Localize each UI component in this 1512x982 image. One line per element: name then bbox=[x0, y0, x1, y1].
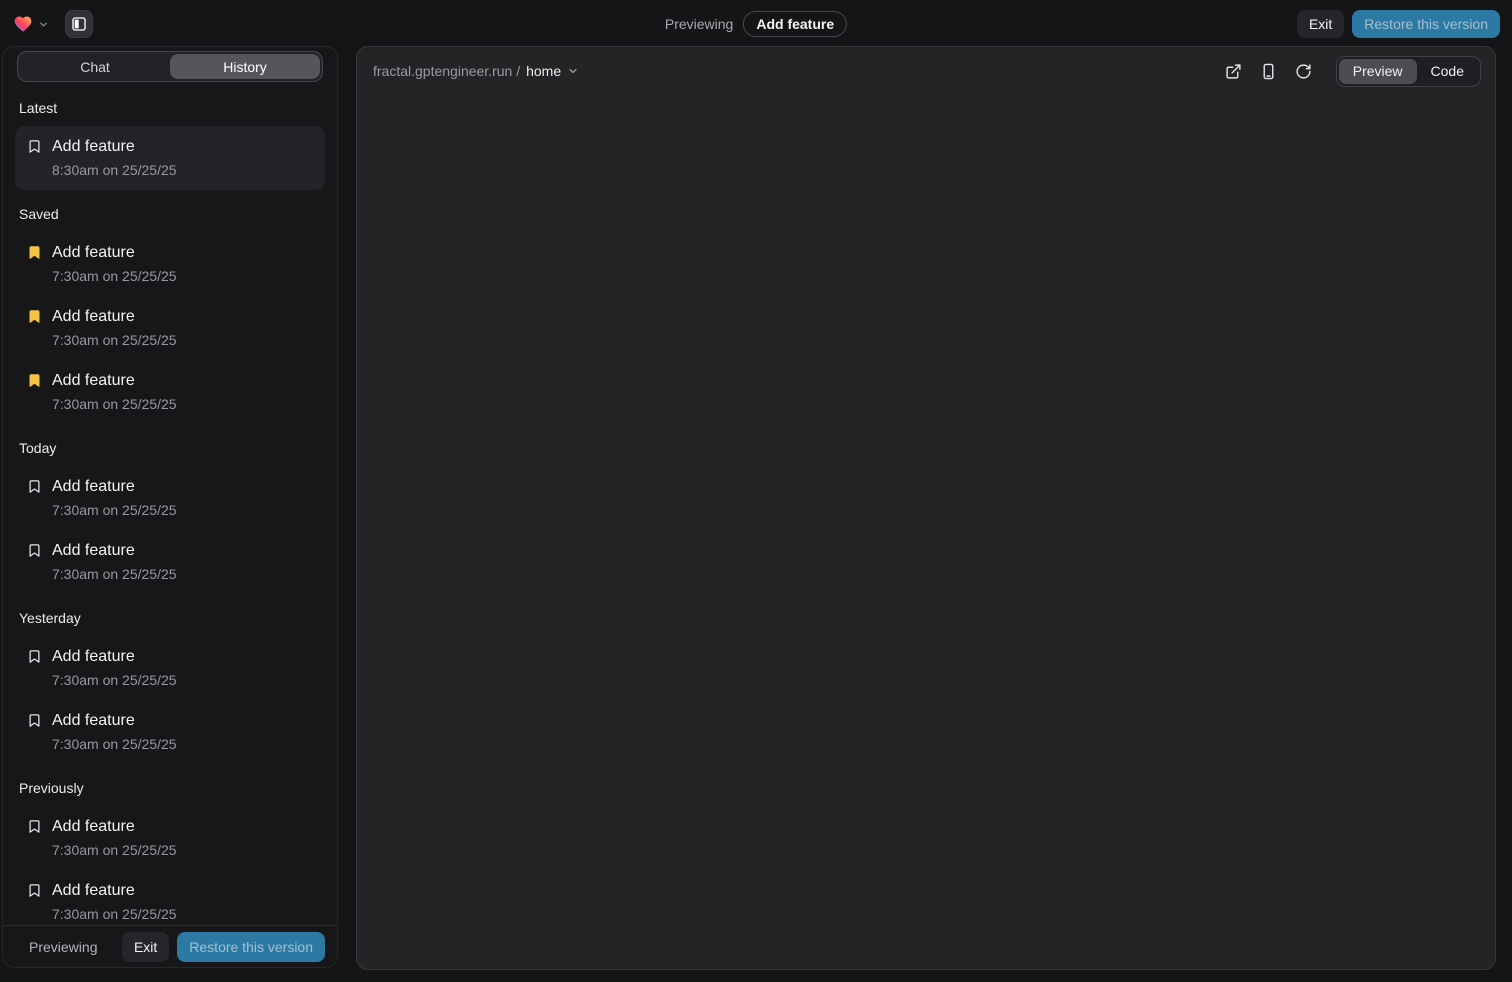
url-page: home bbox=[526, 63, 561, 79]
bookmark-icon[interactable] bbox=[27, 649, 42, 664]
bookmark-icon[interactable] bbox=[27, 713, 42, 728]
section-label: Today bbox=[19, 440, 321, 456]
history-item-title: Add feature bbox=[52, 370, 177, 392]
smartphone-icon bbox=[1260, 63, 1277, 80]
previewing-status-label: Previewing bbox=[665, 16, 733, 32]
history-item-timestamp: 7:30am on 25/25/25 bbox=[52, 840, 177, 860]
history-item-title: Add feature bbox=[52, 242, 177, 264]
preview-code-toggle: Preview Code bbox=[1336, 56, 1481, 87]
history-item-timestamp: 7:30am on 25/25/25 bbox=[52, 500, 177, 520]
bookmark-filled-icon[interactable] bbox=[27, 309, 42, 324]
history-item[interactable]: Add feature7:30am on 25/25/25 bbox=[15, 530, 325, 594]
history-section: Yesterday Add feature7:30am on 25/25/25 … bbox=[3, 610, 337, 764]
tab-history[interactable]: History bbox=[170, 54, 320, 79]
history-sidebar: Chat History Latest Add feature8:30am on… bbox=[2, 46, 338, 968]
history-item[interactable]: Add feature7:30am on 25/25/25 bbox=[15, 636, 325, 700]
history-item-timestamp: 7:30am on 25/25/25 bbox=[52, 734, 177, 754]
history-section: Saved Add feature7:30am on 25/25/25 Add … bbox=[3, 206, 337, 424]
history-item-timestamp: 7:30am on 25/25/25 bbox=[52, 266, 177, 286]
history-list: Latest Add feature8:30am on 25/25/25Save… bbox=[3, 90, 337, 925]
previewing-status-label: Previewing bbox=[29, 939, 97, 955]
bookmark-icon[interactable] bbox=[27, 883, 42, 898]
history-item[interactable]: Add feature8:30am on 25/25/25 bbox=[15, 126, 325, 190]
panel-left-icon bbox=[71, 16, 87, 32]
heart-logo-icon bbox=[12, 14, 34, 34]
preview-viewport bbox=[357, 95, 1495, 969]
open-external-button[interactable] bbox=[1225, 63, 1242, 80]
bookmark-icon[interactable] bbox=[27, 479, 42, 494]
history-section: Today Add feature7:30am on 25/25/25 Add … bbox=[3, 440, 337, 594]
bookmark-filled-icon[interactable] bbox=[27, 245, 42, 260]
history-item-timestamp: 7:30am on 25/25/25 bbox=[52, 904, 177, 924]
history-item-title: Add feature bbox=[52, 136, 177, 158]
tab-code[interactable]: Code bbox=[1417, 59, 1478, 84]
history-section: Latest Add feature8:30am on 25/25/25 bbox=[3, 100, 337, 190]
section-label: Yesterday bbox=[19, 610, 321, 626]
history-item-timestamp: 8:30am on 25/25/25 bbox=[52, 160, 177, 180]
history-item-title: Add feature bbox=[52, 646, 177, 668]
history-item[interactable]: Add feature7:30am on 25/25/25 bbox=[15, 806, 325, 870]
external-link-icon bbox=[1225, 63, 1242, 80]
section-label: Latest bbox=[19, 100, 321, 116]
history-item[interactable]: Add feature7:30am on 25/25/25 bbox=[15, 232, 325, 296]
sidebar-tabs: Chat History bbox=[17, 51, 323, 82]
history-item[interactable]: Add feature7:30am on 25/25/25 bbox=[15, 870, 325, 925]
url-domain: fractal.gptengineer.run / bbox=[373, 63, 520, 79]
restore-version-button[interactable]: Restore this version bbox=[177, 932, 325, 962]
history-item-timestamp: 7:30am on 25/25/25 bbox=[52, 330, 177, 350]
refresh-button[interactable] bbox=[1295, 63, 1312, 80]
history-item[interactable]: Add feature7:30am on 25/25/25 bbox=[15, 296, 325, 360]
history-item-title: Add feature bbox=[52, 476, 177, 498]
restore-version-button[interactable]: Restore this version bbox=[1352, 10, 1500, 38]
preview-url-selector[interactable]: fractal.gptengineer.run / home bbox=[373, 63, 579, 79]
preview-panel: fractal.gptengineer.run / home bbox=[356, 46, 1496, 970]
section-label: Saved bbox=[19, 206, 321, 222]
history-item-title: Add feature bbox=[52, 710, 177, 732]
preview-header: fractal.gptengineer.run / home bbox=[357, 47, 1495, 95]
sidebar-toggle-button[interactable] bbox=[65, 10, 93, 38]
history-item-timestamp: 7:30am on 25/25/25 bbox=[52, 394, 177, 414]
history-item[interactable]: Add feature7:30am on 25/25/25 bbox=[15, 700, 325, 764]
history-item[interactable]: Add feature7:30am on 25/25/25 bbox=[15, 466, 325, 530]
mobile-view-button[interactable] bbox=[1260, 63, 1277, 80]
tab-chat[interactable]: Chat bbox=[20, 54, 170, 79]
tab-preview[interactable]: Preview bbox=[1339, 59, 1417, 84]
history-item-timestamp: 7:30am on 25/25/25 bbox=[52, 670, 177, 690]
history-item-title: Add feature bbox=[52, 880, 177, 902]
chevron-down-icon bbox=[567, 65, 579, 77]
bookmark-icon[interactable] bbox=[27, 543, 42, 558]
history-item-timestamp: 7:30am on 25/25/25 bbox=[52, 564, 177, 584]
refresh-icon bbox=[1295, 63, 1312, 80]
section-label: Previously bbox=[19, 780, 321, 796]
history-item-title: Add feature bbox=[52, 816, 177, 838]
chevron-down-icon bbox=[38, 19, 49, 30]
history-item[interactable]: Add feature7:30am on 25/25/25 bbox=[15, 360, 325, 424]
sidebar-footer: Previewing Exit Restore this version bbox=[3, 925, 337, 967]
app-logo[interactable] bbox=[12, 14, 49, 34]
bookmark-icon[interactable] bbox=[27, 819, 42, 834]
history-section: Previously Add feature7:30am on 25/25/25… bbox=[3, 780, 337, 925]
version-badge: Add feature bbox=[743, 11, 847, 37]
history-item-title: Add feature bbox=[52, 540, 177, 562]
bookmark-filled-icon[interactable] bbox=[27, 373, 42, 388]
top-bar: Previewing Add feature Exit Restore this… bbox=[0, 0, 1512, 48]
history-item-title: Add feature bbox=[52, 306, 177, 328]
exit-button[interactable]: Exit bbox=[1297, 10, 1344, 38]
bookmark-icon[interactable] bbox=[27, 139, 42, 154]
exit-button[interactable]: Exit bbox=[122, 932, 169, 962]
